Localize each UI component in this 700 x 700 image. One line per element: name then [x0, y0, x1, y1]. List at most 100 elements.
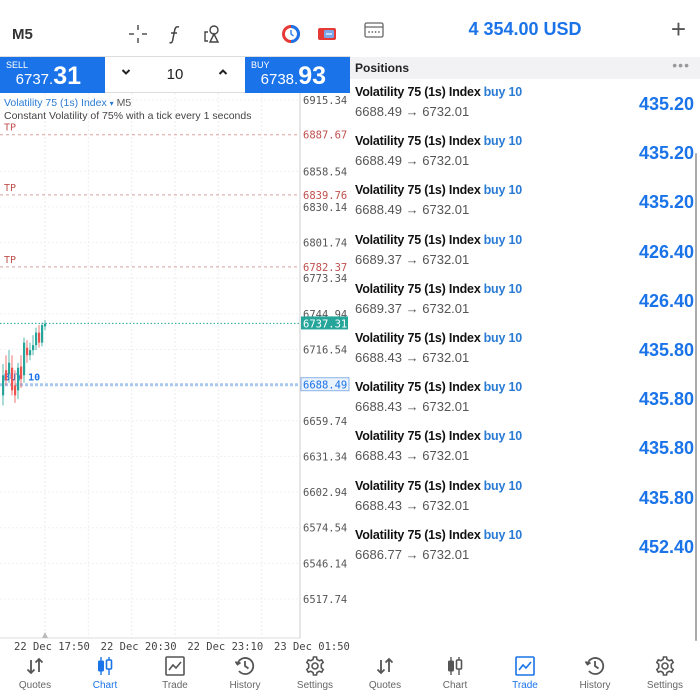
volume-input[interactable]: 10 — [150, 66, 200, 83]
position-row[interactable]: Volatility 75 (1s) Index buy 10 6689.37 → … — [350, 230, 700, 279]
account-balance: 4 354.00 USD — [468, 19, 582, 39]
tab-label: Settings — [646, 680, 684, 691]
position-row[interactable]: Volatility 75 (1s) Index buy 10 6686.77 → … — [350, 525, 700, 574]
tab-label: Chart — [442, 680, 468, 691]
position-row[interactable]: Volatility 75 (1s) Index buy 10 6688.49 → … — [350, 131, 700, 180]
tab-label: Quotes — [368, 680, 402, 691]
trading-toggle-icon[interactable] — [315, 22, 339, 46]
settings-icon — [653, 654, 677, 678]
price-axis-label: 6659.74 — [303, 416, 347, 428]
open-price: 6686.77 — [355, 546, 402, 562]
tab-label: Trade — [162, 680, 188, 691]
tab-label: Chart — [92, 680, 118, 691]
position-side: buy 10 — [483, 478, 523, 493]
position-side: buy 10 — [483, 330, 523, 345]
price-axis-label: 6830.14 — [303, 202, 347, 214]
arrow-right-icon: → — [405, 399, 419, 415]
current-price: 6732.01 — [422, 202, 470, 218]
bottom-tab-bar: Quotes Chart Trade History Settings — [350, 650, 700, 700]
more-options-icon[interactable]: ••• — [672, 57, 690, 73]
new-order-button[interactable]: + — [671, 16, 686, 42]
trade-icon — [163, 654, 187, 678]
candle-body — [35, 332, 38, 346]
position-prices: 6688.49 → 6732.01 — [355, 104, 469, 119]
crosshair-icon[interactable] — [126, 22, 150, 46]
current-price: 6732.01 — [422, 349, 470, 365]
indicators-icon[interactable] — [163, 22, 187, 46]
candle-body — [26, 347, 29, 356]
volume-decrease-button[interactable] — [116, 65, 136, 85]
current-price: 6732.01 — [422, 251, 470, 267]
timeframe-clock-icon[interactable] — [279, 22, 303, 46]
price-chart[interactable]: 6915.34 6858.54 6830.14 6801.74 6773.34 6744.… — [0, 93, 350, 650]
price-axis-label: 6602.94 — [303, 487, 347, 499]
open-price: 6688.49 — [355, 202, 402, 218]
position-symbol: Volatility 75 (1s) Index buy 10 — [355, 281, 522, 296]
arrow-right-icon: → — [405, 448, 419, 464]
tab-chart[interactable]: Chart — [70, 650, 140, 700]
objects-icon[interactable] — [200, 22, 224, 46]
tab-history[interactable]: History — [210, 650, 280, 700]
settings-icon — [303, 654, 327, 678]
tab-quotes[interactable]: Quotes — [0, 650, 70, 700]
tab-history[interactable]: History — [560, 650, 630, 700]
chevron-down-icon — [121, 69, 131, 75]
candle-body — [41, 325, 44, 343]
arrow-right-icon: → — [405, 104, 419, 119]
timeframe-button[interactable]: M5 — [12, 26, 33, 43]
chart-symbol-title[interactable]: Volatility 75 (1s) Index ▾ M5 — [4, 97, 131, 109]
volume-increase-button[interactable] — [213, 65, 233, 85]
time-axis-label: 22 Dec 23:10 — [187, 641, 263, 650]
candle-body — [17, 367, 20, 391]
positions-scrollbar[interactable] — [695, 153, 697, 641]
tp-label: TP — [4, 255, 16, 266]
tab-label: Trade — [512, 680, 538, 691]
chart-icon — [93, 654, 117, 678]
chart-timeframe: M5 — [116, 97, 132, 109]
current-price: 6732.01 — [422, 448, 470, 464]
tab-quotes[interactable]: Quotes — [350, 650, 420, 700]
price-axis-label: 6631.34 — [303, 451, 347, 463]
position-row[interactable]: Volatility 75 (1s) Index buy 10 6688.43 → … — [350, 426, 700, 475]
open-price: 6689.37 — [355, 300, 402, 316]
position-profit: 435.80 — [638, 389, 694, 410]
position-profit: 426.40 — [638, 241, 694, 262]
position-symbol: Volatility 75 (1s) Index buy 10 — [355, 183, 523, 198]
position-row[interactable]: Volatility 75 (1s) Index buy 10 6689.37 → … — [350, 279, 700, 328]
chart-canvas[interactable]: 6915.346858.546830.146801.746773.346744.… — [0, 93, 350, 650]
buy-button[interactable]: BUY 6738.93 — [245, 57, 350, 93]
position-side: buy 10 — [483, 183, 523, 198]
tab-chart[interactable]: Chart — [420, 650, 490, 700]
open-price: 6688.49 — [355, 104, 402, 119]
positions-header: Positions ••• — [350, 57, 700, 79]
tp-label: TP — [4, 183, 16, 194]
tab-trade[interactable]: Trade — [140, 650, 210, 700]
position-prices: 6689.37 → 6732.01 — [355, 301, 469, 316]
candle-body — [2, 375, 5, 396]
trade-icon — [513, 654, 537, 678]
position-row[interactable]: Volatility 75 (1s) Index buy 10 6688.43 → … — [350, 328, 700, 377]
tab-settings[interactable]: Settings — [280, 650, 350, 700]
quotes-icon — [373, 654, 397, 678]
position-row[interactable]: Volatility 75 (1s) Index buy 10 6688.49 → … — [350, 180, 700, 229]
arrow-right-icon: → — [405, 349, 419, 365]
price-axis-label: 6546.14 — [303, 558, 347, 570]
one-click-trading-panel: SELL 6737.31 10 BUY 6738.93 — [0, 56, 350, 93]
chart-icon — [443, 654, 467, 678]
position-row[interactable]: Volatility 75 (1s) Index buy 10 6688.49 → … — [350, 82, 700, 131]
position-profit: 435.80 — [638, 438, 694, 459]
tab-trade[interactable]: Trade — [490, 650, 560, 700]
arrow-right-icon: → — [405, 300, 419, 316]
price-axis-label: 6574.54 — [303, 523, 347, 535]
open-price: 6689.37 — [355, 251, 402, 267]
tab-settings[interactable]: Settings — [630, 650, 700, 700]
position-profit: 435.20 — [638, 143, 694, 164]
position-row[interactable]: Volatility 75 (1s) Index buy 10 6688.43 → … — [350, 476, 700, 525]
sell-button[interactable]: SELL 6737.31 — [0, 57, 105, 93]
current-price: 6732.01 — [422, 546, 470, 562]
open-price: 6688.43 — [355, 448, 402, 464]
position-row[interactable]: Volatility 75 (1s) Index buy 10 6688.43 → … — [350, 377, 700, 426]
price-axis-label: 6915.34 — [303, 95, 347, 107]
current-price: 6732.01 — [422, 153, 470, 169]
open-price: 6688.49 — [355, 153, 402, 169]
